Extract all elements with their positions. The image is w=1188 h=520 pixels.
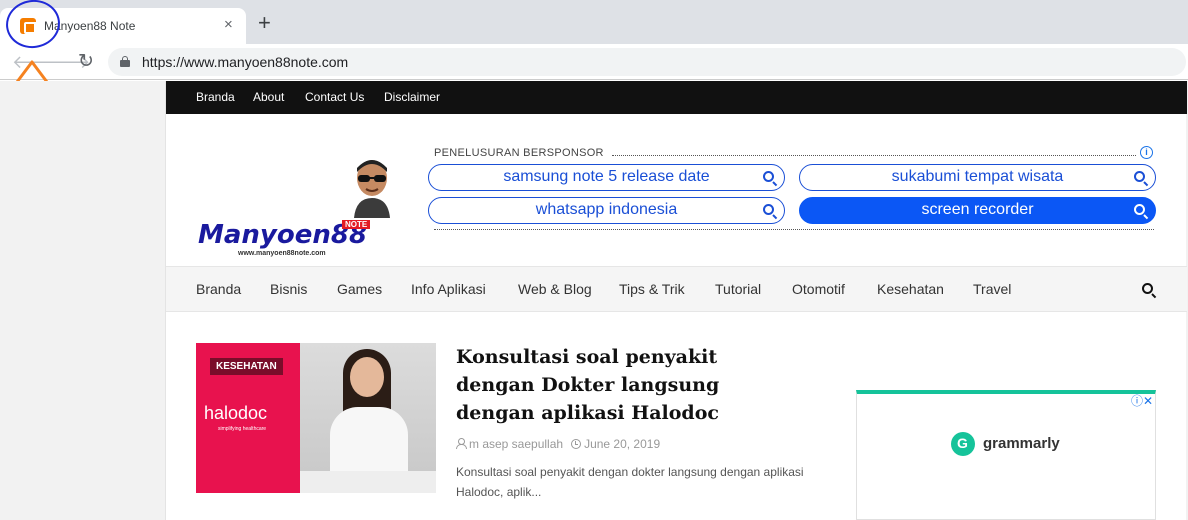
nav-item-kesehatan[interactable]: Kesehatan	[877, 281, 944, 297]
page-viewport: Branda About Contact Us Disclaimer Manyo…	[0, 81, 1188, 520]
article-meta: m asep saepullah June 20, 2019	[456, 437, 660, 451]
article-title[interactable]: Konsultasi soal penyakit dengan Dokter l…	[456, 343, 796, 427]
doctor-photo	[350, 357, 384, 397]
article-thumbnail[interactable]: halodoc simplifying healthcare KESEHATAN	[196, 343, 436, 493]
topbar-link-about[interactable]: About	[253, 90, 284, 104]
nav-item-branda[interactable]: Branda	[196, 281, 241, 297]
sponsored-query-1[interactable]: samsung note 5 release date	[428, 164, 785, 191]
search-icon	[1134, 171, 1145, 182]
ad-choices-icon[interactable]: ⓘ✕	[1131, 392, 1153, 409]
nav-item-otomotif[interactable]: Otomotif	[792, 281, 845, 297]
logo-url: www.manyoen88note.com	[238, 250, 326, 257]
divider	[612, 155, 1136, 156]
nav-item-tips-trik[interactable]: Tips & Trik	[619, 281, 685, 297]
halodoc-tagline: simplifying healthcare	[218, 426, 267, 432]
divider	[434, 229, 1154, 230]
user-icon	[456, 438, 467, 449]
sponsored-search-label: PENELUSURAN BERSPONSOR	[434, 147, 604, 159]
browser-toolbar: 🡐 🡒 ↻ https://www.manyoen88note.com	[0, 44, 1188, 80]
topbar-link-disclaimer[interactable]: Disclaimer	[384, 90, 440, 104]
site-search-icon[interactable]	[1142, 283, 1153, 294]
sponsored-query-4[interactable]: screen recorder	[799, 197, 1156, 224]
main-navigation: Branda Bisnis Games Info Aplikasi Web & …	[166, 266, 1187, 312]
article-author[interactable]: m asep saepullah	[469, 437, 563, 451]
category-badge[interactable]: KESEHATAN	[210, 358, 283, 375]
sponsored-query-3[interactable]: whatsapp indonesia	[428, 197, 785, 224]
clock-icon	[571, 439, 582, 449]
nav-item-info-aplikasi[interactable]: Info Aplikasi	[411, 281, 486, 297]
lock-icon[interactable]	[120, 56, 130, 67]
search-icon	[763, 204, 774, 215]
nav-item-travel[interactable]: Travel	[973, 281, 1011, 297]
desk	[300, 471, 436, 493]
query-label: screen recorder	[921, 201, 1034, 218]
url-text[interactable]: https://www.manyoen88note.com	[142, 54, 348, 70]
query-label: sukabumi tempat wisata	[891, 168, 1064, 185]
thumbnail-photo	[300, 343, 436, 493]
logo-face-icon	[354, 160, 390, 218]
query-label: whatsapp indonesia	[535, 201, 678, 218]
topbar-link-branda[interactable]: Branda	[196, 90, 235, 104]
grammarly-logo-icon	[951, 432, 975, 456]
grammarly-brand: grammarly	[983, 435, 1060, 452]
nav-item-web-blog[interactable]: Web & Blog	[518, 281, 592, 297]
site-container: Branda About Contact Us Disclaimer Manyo…	[165, 81, 1187, 520]
article-date: June 20, 2019	[584, 437, 661, 451]
sponsored-query-2[interactable]: sukabumi tempat wisata	[799, 164, 1156, 191]
new-tab-button[interactable]: +	[258, 12, 271, 34]
search-icon	[1134, 204, 1145, 215]
grammarly-ad[interactable]: ⓘ✕ grammarly	[856, 390, 1156, 520]
topbar-link-contact[interactable]: Contact Us	[305, 90, 364, 104]
site-logo[interactable]: Manyoen88 NOTE www.manyoen88note.com	[198, 158, 398, 258]
halodoc-logo: halodoc	[204, 403, 268, 423]
nav-item-tutorial[interactable]: Tutorial	[715, 281, 761, 297]
close-tab-icon[interactable]: ×	[224, 16, 233, 33]
logo-note-badge: NOTE	[342, 220, 371, 229]
query-label: samsung note 5 release date	[503, 168, 710, 185]
top-menu-bar: Branda About Contact Us Disclaimer	[166, 81, 1187, 114]
address-bar[interactable]: https://www.manyoen88note.com	[108, 48, 1186, 76]
search-icon	[763, 171, 774, 182]
article-excerpt: Konsultasi soal penyakit dengan dokter l…	[456, 465, 804, 499]
site-header: Manyoen88 NOTE www.manyoen88note.com PEN…	[166, 114, 1187, 266]
nav-item-games[interactable]: Games	[337, 281, 382, 297]
info-icon[interactable]: i	[1140, 146, 1153, 159]
nav-item-bisnis[interactable]: Bisnis	[270, 281, 307, 297]
reload-icon[interactable]: ↻	[74, 50, 98, 74]
tab-strip: Manyoen88 Note × +	[0, 0, 1188, 44]
